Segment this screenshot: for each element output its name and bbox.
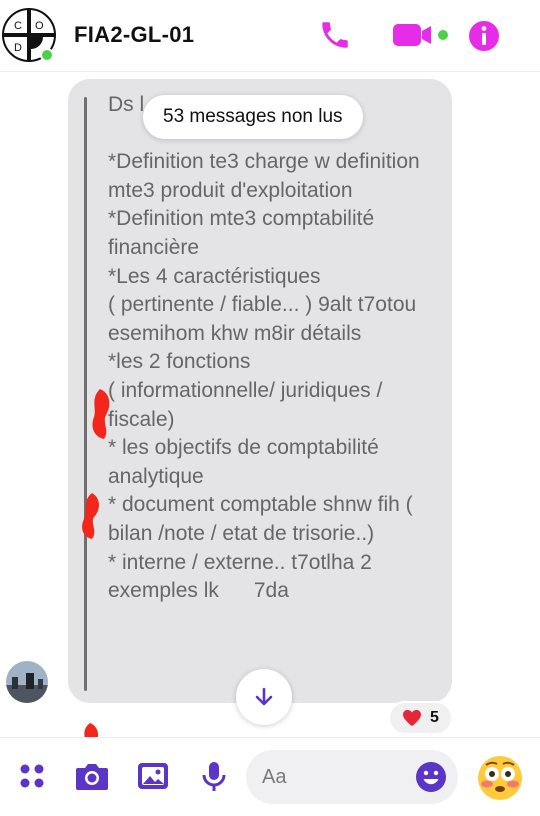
logo-letter-d: D (14, 42, 22, 54)
gallery-icon[interactable] (136, 760, 170, 797)
message-text: Ds l *Definition te3 charge w definition… (108, 93, 420, 603)
red-scribble-mark (82, 493, 99, 539)
message-composer[interactable] (246, 750, 458, 804)
flushed-face-emoji[interactable] (476, 754, 524, 807)
sender-avatar[interactable] (6, 661, 48, 703)
reaction-badge[interactable]: 5 (388, 701, 453, 735)
reaction-count: 5 (430, 709, 439, 726)
messenger-screen: C O D E FIA2-GL-01 (0, 0, 540, 816)
logo-letter-o: O (35, 20, 44, 32)
phone-icon[interactable] (318, 18, 352, 57)
logo-letter-c: C (14, 20, 22, 32)
emoji-icon[interactable] (414, 760, 448, 799)
chat-thread[interactable]: Ds l *Definition te3 charge w definition… (0, 73, 540, 767)
info-icon[interactable] (466, 18, 502, 59)
apps-icon[interactable] (16, 760, 48, 797)
unread-messages-banner[interactable]: 53 messages non lus (143, 95, 363, 139)
microphone-icon[interactable] (200, 760, 228, 799)
message-toolbar (0, 737, 540, 816)
message-input[interactable] (262, 750, 412, 804)
red-scribble-mark (92, 389, 110, 439)
online-status-dot (40, 48, 54, 62)
conversation-title[interactable]: FIA2-GL-01 (74, 22, 194, 48)
message-bubble[interactable]: Ds l *Definition te3 charge w definition… (68, 79, 452, 703)
chat-header: C O D E FIA2-GL-01 (0, 0, 540, 72)
heart-icon (403, 709, 421, 727)
scroll-to-bottom-button[interactable] (236, 669, 292, 725)
arrow-down-icon (255, 687, 273, 706)
video-camera-icon[interactable] (391, 18, 451, 57)
video-active-dot (438, 30, 448, 40)
quote-bar (84, 97, 87, 691)
camera-icon[interactable] (74, 760, 110, 797)
